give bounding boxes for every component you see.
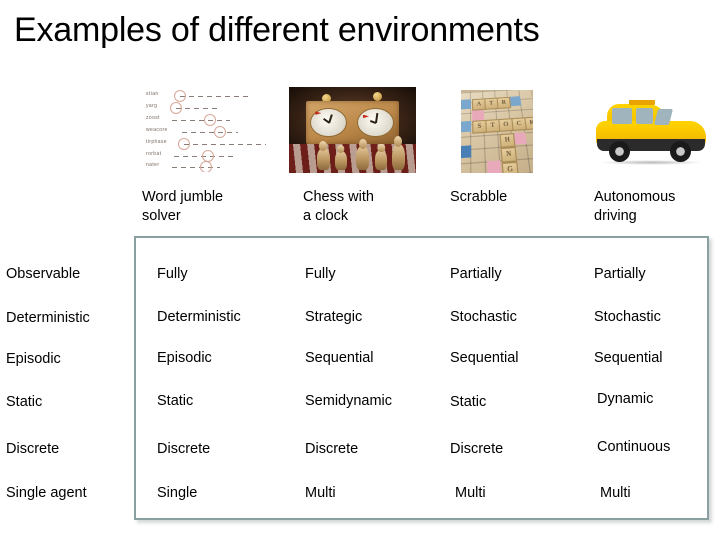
table-cell: Sequential [450, 350, 519, 366]
jumble-word: tirphase [146, 139, 167, 145]
table-cell: Dynamic [597, 391, 654, 407]
column-header-scrabble: Scrabble [450, 188, 590, 207]
table-cell: Episodic [157, 350, 212, 366]
taxi-roof-sign [628, 99, 655, 105]
clock-face [357, 107, 394, 138]
table-cell: Multi [600, 485, 631, 501]
chess-pawn [316, 147, 330, 170]
taxi-wheel [669, 140, 691, 162]
jumble-word: rorbat [146, 151, 162, 157]
table-cell: Sequential [594, 350, 663, 366]
column-header-line1: Chess with [303, 189, 374, 205]
table-cell: Sequential [305, 350, 374, 366]
word-jumble-image: stian yarg zoost weacore tirphase rorbat… [144, 86, 268, 172]
table-cell: Stochastic [594, 309, 661, 325]
column-header-word-jumble: Word jumble solver [142, 188, 292, 226]
jumble-word: weacore [146, 127, 168, 133]
jumble-word: yarg [146, 103, 158, 109]
table-cell: Fully [305, 266, 336, 282]
jumble-word: zoost [146, 115, 160, 121]
scrabble-board: A T R S T O C K H N G [461, 90, 533, 173]
table-cell: Multi [455, 485, 486, 501]
jumble-word: stian [146, 91, 159, 97]
taxi-wheel [608, 140, 630, 162]
table-cell: Discrete [450, 441, 504, 457]
column-header-line2: solver [142, 208, 181, 224]
clock-knob [372, 92, 382, 102]
jumble-word: nater [146, 162, 160, 168]
column-header-chess: Chess with a clock [303, 188, 453, 226]
table-cell: Multi [305, 485, 336, 501]
row-label-discrete: Discrete [6, 441, 60, 457]
table-cell: Semidynamic [305, 393, 393, 409]
page-title: Examples of different environments [14, 11, 540, 49]
table-cell: Partially [594, 266, 646, 282]
column-header-line2: a clock [303, 208, 349, 224]
row-label-episodic: Episodic [6, 351, 61, 367]
column-header-line1: Autonomous [594, 189, 676, 205]
table-cell: Single [157, 485, 198, 501]
chess-pawn [334, 150, 347, 170]
table-cell: Fully [157, 266, 188, 282]
chess-pawn [375, 149, 388, 170]
row-label-static: Static [6, 394, 43, 410]
column-header-line1: Scrabble [450, 189, 508, 205]
table-cell: Static [157, 393, 194, 409]
chess-pawn [356, 145, 370, 170]
table-cell: Stochastic [450, 309, 517, 325]
taxi-image [592, 94, 710, 166]
table-cell: Static [450, 394, 487, 410]
chess-pawn [391, 143, 405, 170]
table-cell: Deterministic [157, 309, 241, 325]
column-header-autonomous-driving: Autonomous driving [594, 188, 720, 226]
clock-body [305, 100, 400, 144]
table-cell: Discrete [157, 441, 211, 457]
clock-face [310, 107, 347, 138]
table-cell: Discrete [305, 441, 359, 457]
column-header-line2: driving [594, 208, 637, 224]
scrabble-image: A T R S T O C K H N G [461, 90, 533, 173]
chess-clock-image [289, 87, 416, 173]
row-label-single-agent: Single agent [6, 485, 87, 501]
column-header-line1: Word jumble [142, 189, 224, 205]
table-cell: Strategic [305, 309, 363, 325]
table-cell: Partially [450, 266, 502, 282]
table-cell: Continuous [597, 439, 671, 455]
row-label-deterministic: Deterministic [6, 310, 90, 326]
row-label-observable: Observable [6, 266, 81, 282]
